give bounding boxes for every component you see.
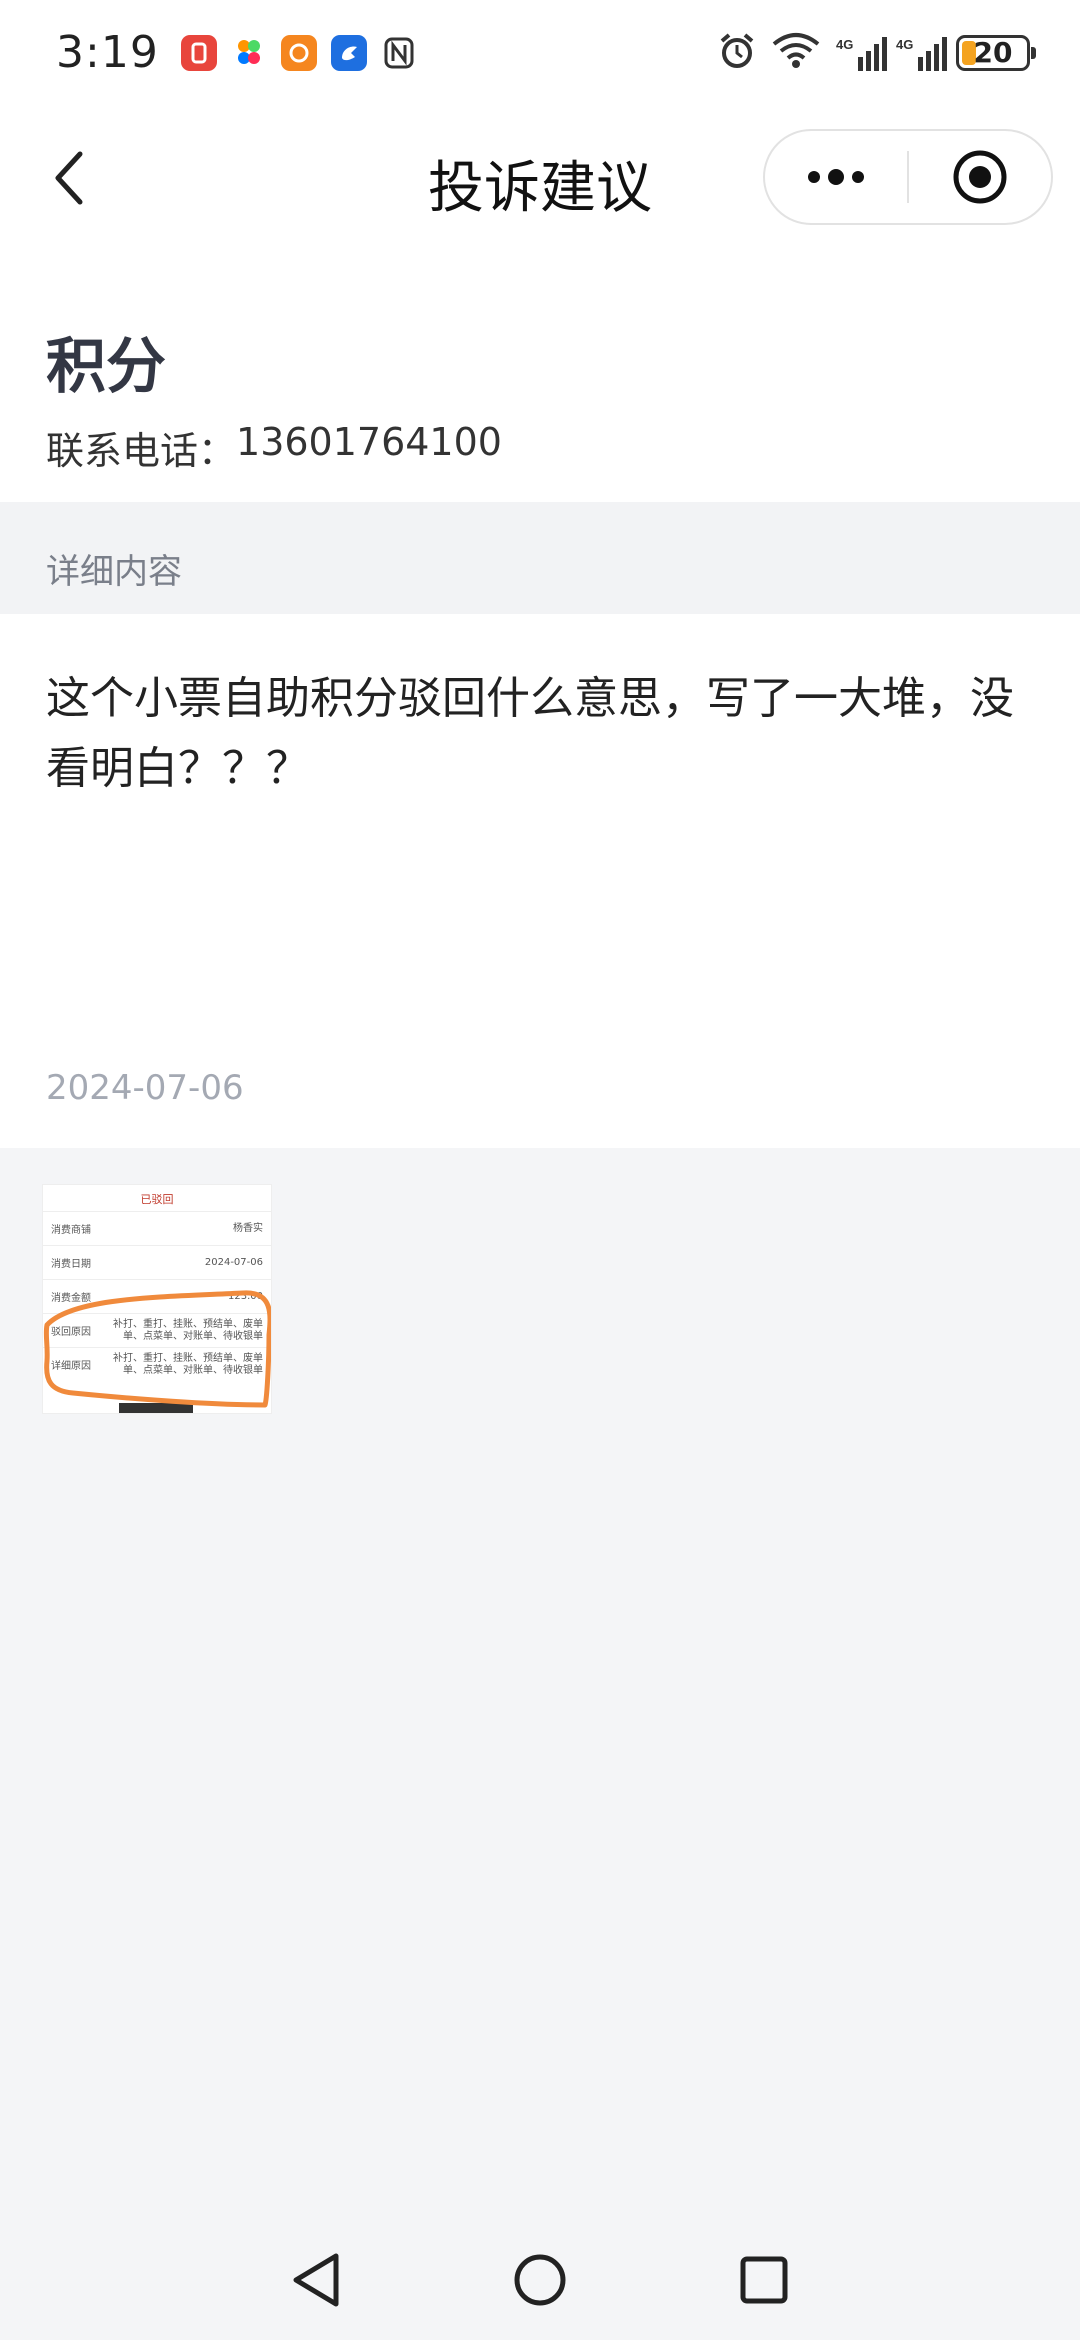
signal-4g-icon-2: 4G bbox=[896, 35, 947, 71]
pinwheel-app-icon bbox=[231, 35, 267, 71]
attachment-row-value: 补打、重打、挂账、预结单、废单单、点菜单、对账单、待收银单 bbox=[113, 1318, 263, 1342]
svg-text:4G: 4G bbox=[836, 37, 853, 52]
svg-text:4G: 4G bbox=[896, 37, 913, 52]
attachment-row-label: 消费商铺 bbox=[51, 1225, 91, 1236]
mini-program-capsule bbox=[763, 129, 1053, 225]
attachment-row-value: 杨香实 bbox=[233, 1222, 263, 1234]
recents-square-icon bbox=[740, 2256, 788, 2304]
status-app-icons bbox=[180, 34, 417, 71]
target-circle-icon bbox=[953, 150, 1007, 204]
attachment-status: 已驳回 bbox=[140, 1193, 174, 1206]
attachment-row: 驳回原因 补打、重打、挂账、预结单、废单单、点菜单、对账单、待收银单 bbox=[43, 1313, 271, 1347]
status-indicators: 4G 4G 20 bbox=[718, 32, 1036, 74]
attachment-row: 消费金额 123.00 bbox=[43, 1279, 271, 1313]
attachment-row: 消费日期 2024-07-06 bbox=[43, 1245, 271, 1279]
back-triangle-icon bbox=[293, 2253, 339, 2307]
alarm-icon bbox=[718, 32, 756, 74]
system-navigation-bar bbox=[0, 2220, 1080, 2340]
attachment-footer-strip bbox=[119, 1403, 193, 1413]
nfc-icon bbox=[381, 35, 417, 71]
orange-app-icon bbox=[280, 34, 317, 71]
close-miniprogram-button[interactable] bbox=[909, 131, 1051, 223]
detail-content-card: 这个小票自助积分驳回什么意思，写了一大堆，没看明白？？？ 2024-07-06 bbox=[0, 614, 1080, 1148]
battery-level: 20 bbox=[973, 36, 1013, 69]
attachment-thumbnail[interactable]: 已驳回 消费商铺 杨香实 消费日期 2024-07-06 消费金额 123.00… bbox=[42, 1184, 272, 1414]
home-circle-icon bbox=[514, 2254, 566, 2306]
more-button[interactable] bbox=[765, 131, 907, 223]
status-bar: 3:19 4G 4G 20 bbox=[0, 0, 1080, 105]
attachment-row-label: 消费金额 bbox=[51, 1293, 91, 1304]
system-recents-button[interactable] bbox=[732, 2248, 796, 2312]
attachment-row-label: 消费日期 bbox=[51, 1259, 91, 1270]
complaint-date: 2024-07-06 bbox=[46, 1068, 244, 1108]
attachment-row-value: 2024-07-06 bbox=[204, 1256, 263, 1268]
complaint-text: 这个小票自助积分驳回什么意思，写了一大堆，没看明白？？？ bbox=[46, 673, 1014, 794]
contact-label: 联系电话： bbox=[46, 429, 237, 473]
battery-indicator: 20 bbox=[956, 34, 1036, 71]
attachment-row-value: 补打、重打、挂账、预结单、废单单、点菜单、对账单、待收银单 bbox=[113, 1352, 263, 1376]
wifi-icon bbox=[772, 32, 820, 74]
system-back-button[interactable] bbox=[284, 2248, 348, 2312]
attachment-row-label: 驳回原因 bbox=[51, 1327, 91, 1338]
signal-4g-icon-1: 4G bbox=[836, 35, 887, 71]
nav-bar: 投诉建议 bbox=[0, 105, 1080, 250]
complaint-header-card: 积分 联系电话： 13601764100 bbox=[0, 250, 1080, 502]
contact-phone[interactable]: 13601764100 bbox=[236, 420, 502, 475]
category-title: 积分 bbox=[46, 332, 166, 402]
detail-section-label: 详细内容 bbox=[46, 552, 182, 592]
attachment-row: 详细原因 补打、重打、挂账、预结单、废单单、点菜单、对账单、待收银单 bbox=[43, 1347, 271, 1381]
attachment-row-label: 详细原因 bbox=[51, 1361, 91, 1372]
red-app-icon bbox=[180, 34, 217, 71]
more-dots-icon bbox=[808, 169, 864, 185]
contact-line: 联系电话： 13601764100 bbox=[46, 420, 502, 475]
blue-app-icon bbox=[330, 34, 367, 71]
status-time: 3:19 bbox=[56, 27, 159, 78]
system-home-button[interactable] bbox=[508, 2248, 572, 2312]
attachment-row: 消费商铺 杨香实 bbox=[43, 1211, 271, 1245]
attachment-row-value: 123.00 bbox=[228, 1290, 263, 1302]
section-header: 详细内容 bbox=[0, 502, 1080, 614]
